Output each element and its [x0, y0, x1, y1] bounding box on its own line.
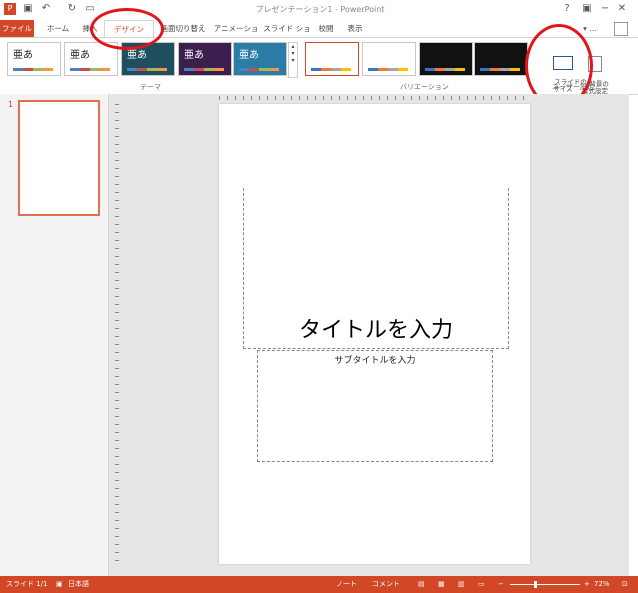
- group-label-themes: テーマ: [140, 83, 161, 91]
- slides-panel: 1: [0, 94, 109, 576]
- fit-slide-icon[interactable]: ⊡: [622, 576, 628, 593]
- variant-thumbnail[interactable]: [305, 42, 359, 76]
- help-icon[interactable]: ?: [560, 2, 574, 16]
- slide-thumbnail[interactable]: [18, 100, 100, 216]
- zoom-in-icon[interactable]: +: [584, 576, 590, 593]
- vertical-ruler: [115, 104, 119, 564]
- title-placeholder-text: タイトルを入力: [298, 318, 453, 343]
- reading-view-icon[interactable]: ▥: [458, 576, 465, 593]
- save-icon[interactable]: ▣: [22, 3, 34, 15]
- zoom-slider[interactable]: [510, 584, 580, 585]
- theme-thumbnail[interactable]: 亜あ: [178, 42, 232, 76]
- tab-animations[interactable]: アニメーション: [210, 20, 262, 50]
- redo-icon[interactable]: ↻: [66, 3, 78, 15]
- ribbon-display-icon[interactable]: ▣: [580, 2, 594, 16]
- theme-gallery-scroll[interactable]: ▴ ▾ ▾: [288, 42, 298, 78]
- zoom-level[interactable]: 72%: [594, 576, 610, 593]
- theme-thumbnail[interactable]: 亜あ: [233, 42, 287, 76]
- undo-icon[interactable]: ↶: [40, 3, 52, 15]
- slideshow-view-icon[interactable]: ▭: [478, 576, 485, 593]
- start-slideshow-icon[interactable]: ▭: [84, 3, 96, 15]
- variant-thumbnail[interactable]: [362, 42, 416, 76]
- status-bar: スライド 1/1 ▣ 日本語 ノート コメント ▤ ▦ ▥ ▭ − + 72% …: [0, 576, 638, 593]
- slide-number: 1: [8, 100, 14, 109]
- annotation-circle-design-tab: [90, 8, 164, 50]
- theme-thumbnail[interactable]: 亜あ: [7, 42, 61, 76]
- variant-thumbnail[interactable]: [474, 42, 528, 76]
- notes-button[interactable]: ノート: [336, 576, 357, 593]
- slide-indicator: スライド 1/1: [6, 580, 48, 588]
- slide-sorter-icon[interactable]: ▦: [438, 576, 445, 593]
- window-title: プレゼンテーション1 - PowerPoint: [255, 5, 385, 14]
- minimize-icon[interactable]: −: [598, 2, 612, 16]
- horizontal-ruler: [219, 96, 530, 100]
- tab-slideshow[interactable]: スライド ショー: [262, 20, 312, 50]
- tab-view[interactable]: 表示: [340, 20, 370, 37]
- close-icon[interactable]: ✕: [615, 2, 629, 16]
- zoom-out-icon[interactable]: −: [498, 576, 504, 593]
- powerpoint-logo-icon: P: [4, 3, 16, 15]
- subtitle-placeholder-text: サブタイトルを入力: [334, 356, 416, 366]
- avatar[interactable]: [614, 22, 628, 36]
- slide-canvas[interactable]: タイトルを入力 サブタイトルを入力: [219, 104, 530, 564]
- tab-file[interactable]: ファイル: [0, 20, 34, 37]
- variant-thumbnail[interactable]: [419, 42, 473, 76]
- title-placeholder[interactable]: タイトルを入力: [243, 188, 509, 349]
- tab-home[interactable]: ホーム: [40, 20, 76, 37]
- zoom-slider-handle[interactable]: [534, 581, 537, 588]
- normal-view-icon[interactable]: ▤: [418, 576, 425, 593]
- proofing-icon[interactable]: ▣: [56, 576, 63, 593]
- tab-review[interactable]: 校閲: [312, 20, 340, 37]
- comments-button[interactable]: コメント: [372, 576, 400, 593]
- group-label-variants: バリエーション: [400, 83, 449, 91]
- subtitle-placeholder[interactable]: サブタイトルを入力: [257, 350, 493, 462]
- language[interactable]: 日本語: [68, 576, 89, 593]
